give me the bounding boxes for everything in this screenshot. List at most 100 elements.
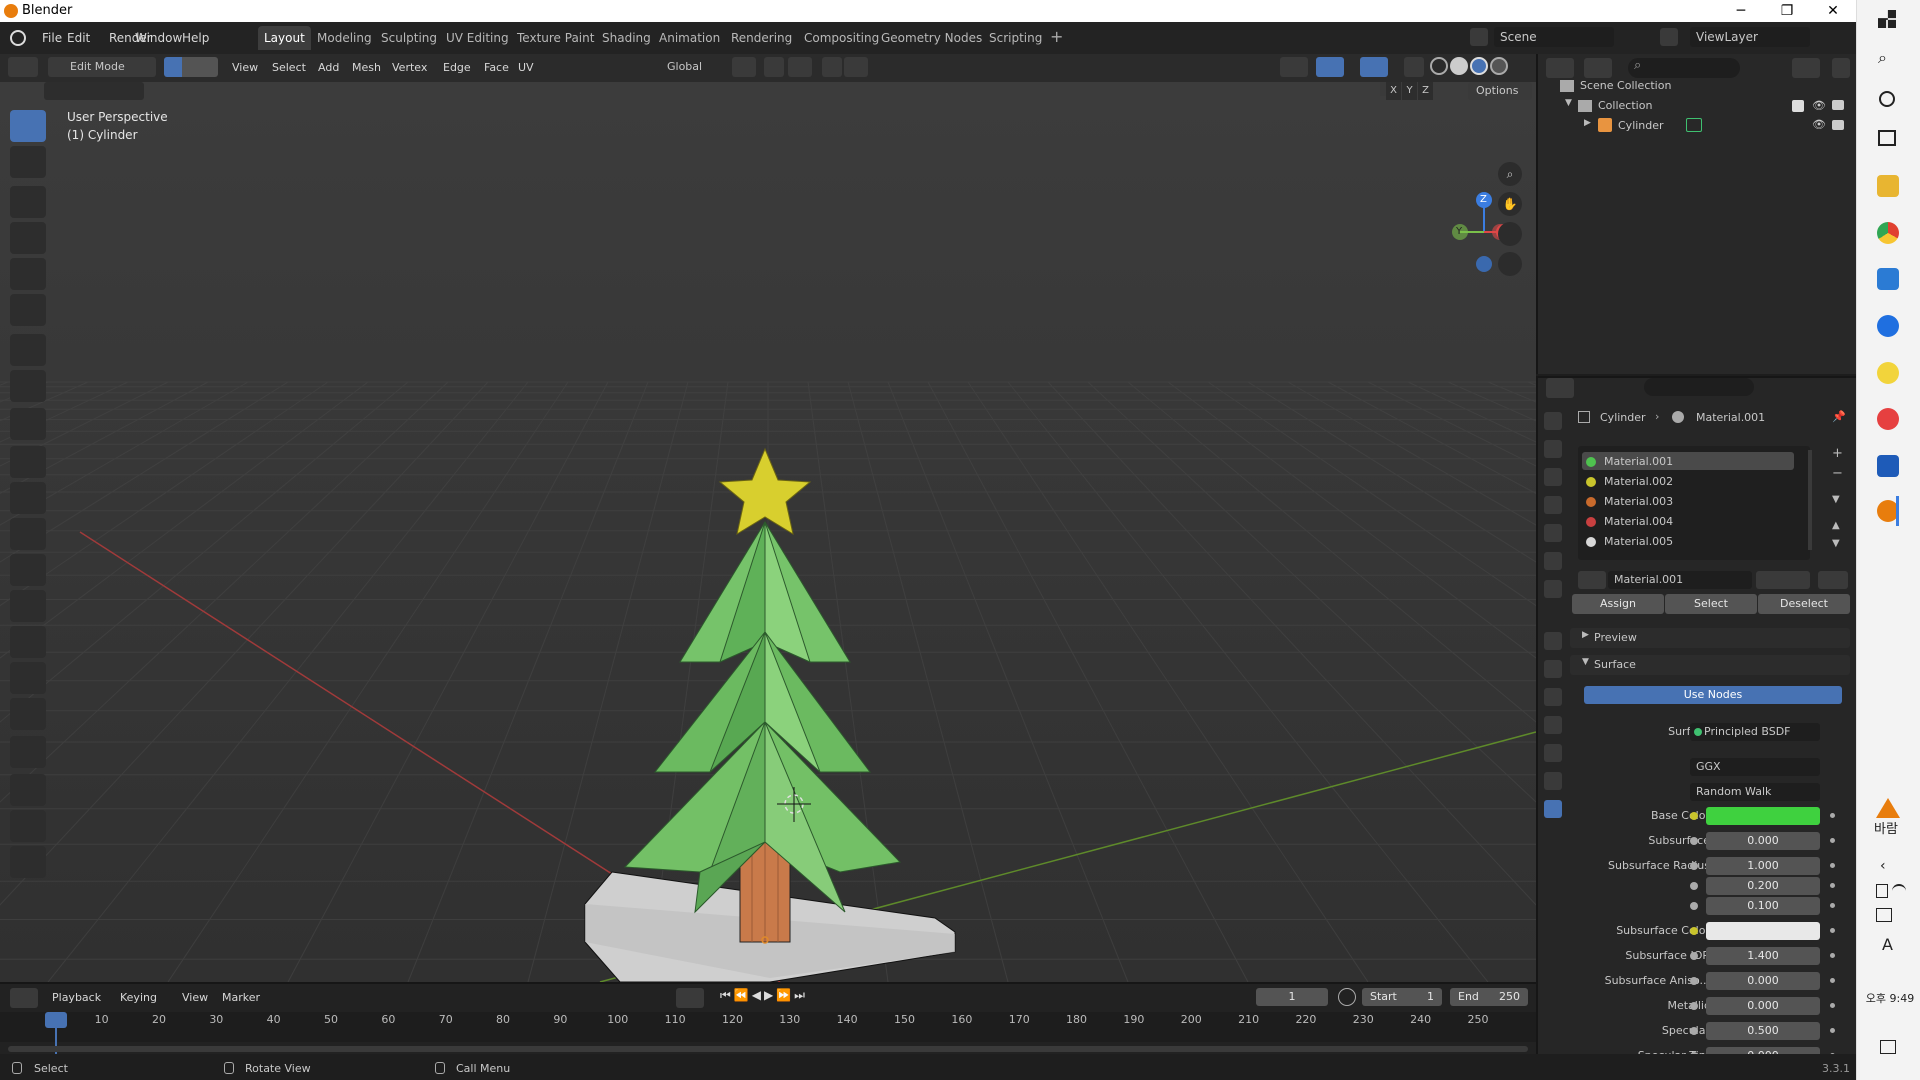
move-slot-down-icon[interactable]: ▼ [1832,538,1840,549]
timeline-scrollbar[interactable] [8,1046,1528,1052]
vertex-select-icon[interactable] [164,57,182,77]
workspace-tab-compositing[interactable]: Compositing [798,26,885,50]
xray-icon[interactable] [1404,57,1424,77]
pan-hand-icon[interactable]: ✋ [1498,192,1522,216]
tool-inset-icon[interactable] [10,482,46,514]
prop-value-field[interactable]: 0.000 [1706,832,1820,850]
face-select-icon[interactable] [200,57,218,77]
ime-label[interactable]: 바람 [1874,818,1898,837]
auto-keying-icon[interactable] [676,988,704,1008]
select-button[interactable]: Select [1665,594,1757,614]
keyframe-dot-icon[interactable] [1830,978,1835,983]
mirror-axis-x[interactable]: X [1386,82,1401,100]
prop-value-field[interactable]: 0.000 [1706,997,1820,1015]
end-frame-field[interactable]: End 250 [1450,988,1528,1006]
properties-tab-constraints-icon[interactable] [1544,744,1562,762]
workspace-tab-rendering[interactable]: Rendering [725,26,798,50]
keyframe-dot-icon[interactable] [1830,813,1835,818]
properties-tab-view-layer-icon[interactable] [1544,496,1562,514]
properties-search-input[interactable] [1644,378,1754,396]
viewlayer-selector[interactable]: ViewLayer [1690,27,1810,47]
tool-loop-cut-icon[interactable] [10,554,46,586]
preview-range-icon[interactable] [1338,988,1356,1006]
keyframe-dot-icon[interactable] [1830,903,1835,908]
falloff-icon[interactable] [844,57,868,77]
menu-window[interactable]: Window [135,28,182,48]
tool-poly-build-icon[interactable] [10,626,46,658]
app-blue-icon[interactable] [1877,315,1899,337]
viewport-menu-add[interactable]: Add [318,54,339,74]
select-mode-group[interactable] [44,82,144,100]
workspace-tab-shading[interactable]: Shading [596,26,657,50]
gizmo-icon[interactable] [1316,57,1344,77]
gizmo-z-label[interactable]: Z [1480,194,1487,205]
chevron-left-icon[interactable]: ‹ [1880,858,1886,874]
properties-tab-render-icon[interactable] [1544,440,1562,458]
viewport-menu-face[interactable]: Face [484,54,509,74]
viewport-menu-select[interactable]: Select [272,54,306,74]
wifi-icon[interactable] [1892,884,1906,898]
cylinder-expand-icon[interactable]: ▶ [1584,118,1591,128]
material-actions-group[interactable] [1756,571,1810,589]
add-workspace-icon[interactable]: + [1050,27,1063,46]
prop-value-field[interactable]: 0.100 [1706,897,1820,915]
playback-controls[interactable]: ⏮⏪◀▶⏩⏭ [720,988,836,1008]
tool-move-icon[interactable] [10,186,46,218]
properties-tab-output-icon[interactable] [1544,468,1562,486]
tool-add-cube-icon[interactable] [10,408,46,440]
tool-scale-icon[interactable] [10,258,46,290]
menu-help[interactable]: Help [182,28,209,48]
tool-cursor-icon[interactable] [10,146,46,178]
keyframe-dot-icon[interactable] [1830,928,1835,933]
workspace-tab-uv-editing[interactable]: UV Editing [440,26,515,50]
material-browse-icon[interactable] [1578,571,1606,589]
new-collection-icon[interactable] [1832,58,1850,78]
workspace-tab-sculpting[interactable]: Sculpting [375,26,443,50]
use-nodes-button[interactable]: Use Nodes [1584,686,1842,704]
keyframe-dot-icon[interactable] [1830,1028,1835,1033]
prop-value-field[interactable]: 0.200 [1706,877,1820,895]
properties-tab-object-icon[interactable] [1544,632,1562,650]
task-view-icon[interactable] [1878,130,1896,146]
kakaotalk-icon[interactable] [1877,362,1899,384]
material-shading-icon[interactable] [1470,57,1488,75]
workspace-tab-layout[interactable]: Layout [258,26,311,50]
viewport-menu-view[interactable]: View [232,54,258,74]
surface-shader-field[interactable]: Principled BSDF [1690,723,1820,741]
outliner-editor-type-icon[interactable] [1546,58,1574,78]
timeline-menu-view[interactable]: View [182,988,208,1008]
properties-tab-scene-icon[interactable] [1544,524,1562,542]
solid-shading-icon[interactable] [1450,57,1468,75]
scene-icon[interactable] [1470,28,1488,46]
viewport-menu-mesh[interactable]: Mesh [352,54,381,74]
pivot-icon[interactable] [732,57,756,77]
cylinder-render-icon[interactable] [1832,120,1844,130]
rendered-shading-icon[interactable] [1490,57,1508,75]
collection-checkbox[interactable] [1792,100,1804,112]
outliner-search-input[interactable] [1628,58,1740,78]
material-name-field[interactable]: Material.001 [1608,571,1752,589]
workspace-tab-geometry-nodes[interactable]: Geometry Nodes [875,26,988,50]
mirror-axis-y[interactable]: Y [1402,82,1417,100]
prop-value-field[interactable]: 1.400 [1706,947,1820,965]
properties-tab-physics-icon[interactable] [1544,716,1562,734]
tool-measure-icon[interactable] [10,370,46,402]
collection-label[interactable]: Collection [1598,99,1652,112]
clock[interactable]: 오후 9:49 [1860,990,1920,1006]
tool-shear-icon[interactable] [10,810,46,842]
scene-collection-label[interactable]: Scene Collection [1580,79,1671,92]
cylinder-label[interactable]: Cylinder [1618,119,1664,132]
chrome-icon[interactable] [1877,222,1899,244]
workspace-tab-animation[interactable]: Animation [653,26,726,50]
properties-tab-data-icon[interactable] [1544,772,1562,790]
battery-icon[interactable] [1876,884,1888,898]
tool-edge-slide-icon[interactable] [10,736,46,768]
properties-tab-tool-icon[interactable] [1544,412,1562,430]
cortana-icon[interactable] [1879,91,1895,107]
edge-select-icon[interactable] [182,57,200,77]
snap-icon[interactable] [764,57,784,77]
link-mode-icon[interactable] [1818,571,1848,589]
tool-knife-icon[interactable] [10,590,46,622]
mirror-axis-z[interactable]: Z [1418,82,1433,100]
deselect-button[interactable]: Deselect [1758,594,1850,614]
